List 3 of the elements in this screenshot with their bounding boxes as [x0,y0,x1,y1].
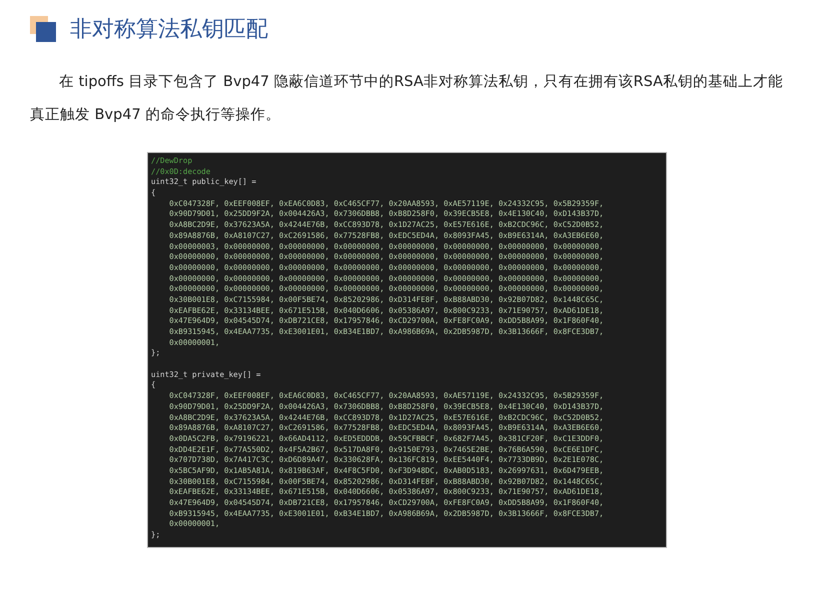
square-bullet-icon [30,16,56,42]
section-title: 非对称算法私钥匹配 [70,16,268,44]
body-paragraph: 在 tipoffs 目录下包含了 Bvp47 隐蔽信道环节中的RSA非对称算法私钥，只有在拥有该RSA私钥的基础上才能真正触发 Bvp47 的命令执行等操作。 [30,73,784,125]
